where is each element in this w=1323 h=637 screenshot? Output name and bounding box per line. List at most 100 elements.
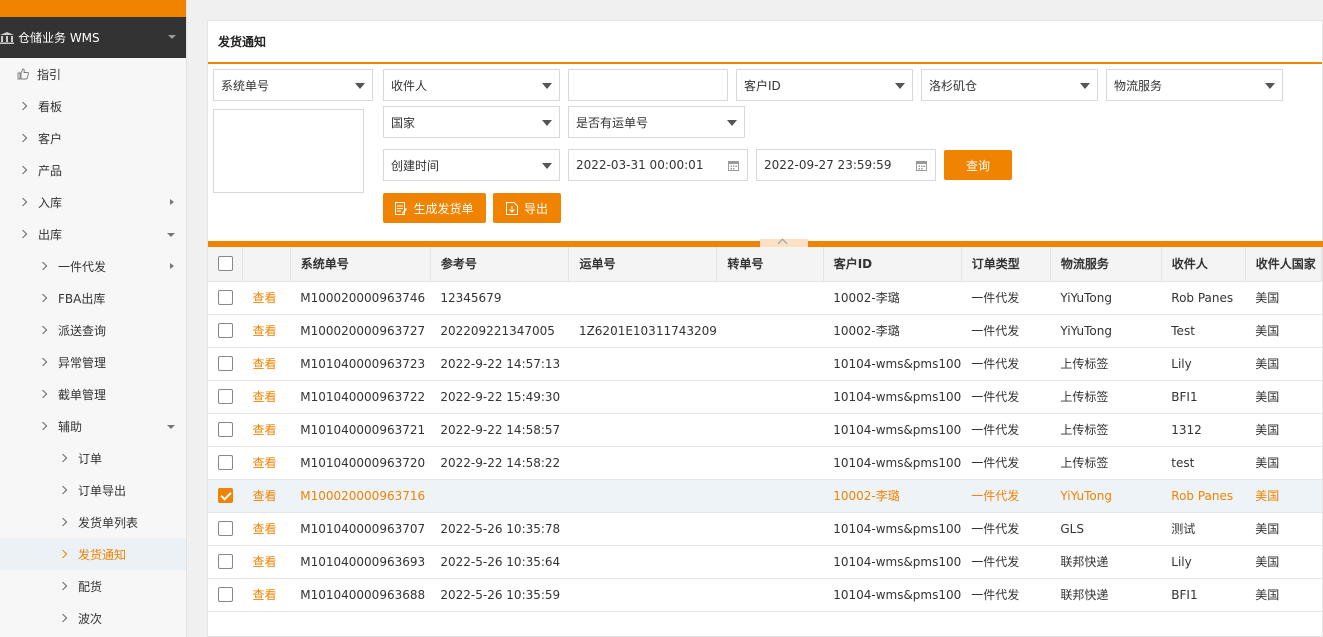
row-select-cell — [208, 281, 243, 315]
row-action-cell: 查看 — [242, 281, 291, 315]
column-header[interactable]: 收件人国家 — [1245, 247, 1323, 282]
chevron-right-icon — [58, 517, 68, 527]
table-row[interactable]: 查看 M101040000963720 2022-9-22 14:58:22 1010… — [208, 446, 1322, 480]
cell-svc: 上传标签 — [1050, 380, 1162, 414]
view-link[interactable]: 查看 — [253, 357, 277, 371]
sidebar-item[interactable]: 辅助 — [0, 410, 186, 442]
table-row[interactable]: 查看 M101040000963693 2022-5-26 10:35:64 1010… — [208, 545, 1322, 579]
cell-country: 美国 — [1245, 281, 1322, 315]
sidebar-item[interactable]: 发货单列表 — [0, 506, 186, 538]
sidebar-item[interactable]: 一件代发 — [0, 250, 186, 282]
country-select[interactable]: 国家 — [383, 106, 560, 138]
sidebar-item[interactable]: 客户 — [0, 122, 186, 154]
view-link[interactable]: 查看 — [253, 456, 277, 470]
column-header[interactable]: 订单类型 — [961, 247, 1051, 282]
table-row[interactable]: 查看 M101040000963721 2022-9-22 14:58:57 1010… — [208, 413, 1322, 447]
row-checkbox[interactable] — [218, 323, 233, 338]
sidebar-item[interactable]: 发货通知 — [0, 538, 186, 570]
row-checkbox[interactable] — [218, 488, 233, 503]
sidebar-app-header[interactable]: 仓储业务 WMS — [0, 17, 186, 58]
select-all-checkbox[interactable] — [218, 256, 233, 272]
sidebar-item[interactable]: 配货 — [0, 570, 186, 602]
cell-track — [568, 347, 717, 381]
cell-type: 一件代发 — [961, 545, 1051, 579]
query-button[interactable]: 查询 — [944, 150, 1012, 180]
sidebar-item[interactable]: 产品 — [0, 154, 186, 186]
view-link[interactable]: 查看 — [253, 291, 277, 305]
view-link[interactable]: 查看 — [253, 588, 277, 602]
cell-cust: 10002-李璐 — [823, 314, 962, 348]
caret-right-icon — [170, 199, 174, 205]
sidebar-item[interactable]: 派送查询 — [0, 314, 186, 346]
view-link[interactable]: 查看 — [253, 324, 277, 338]
warehouse-select[interactable]: 洛杉矶仓 — [921, 69, 1098, 101]
generate-shipment-button[interactable]: 生成发货单 — [383, 193, 486, 223]
dropdown-arrow-icon — [542, 163, 552, 169]
sidebar-item[interactable]: 指引 — [0, 58, 186, 90]
view-link[interactable]: 查看 — [253, 489, 277, 503]
column-header[interactable]: 收件人 — [1161, 247, 1246, 282]
collapse-filters-toggle[interactable] — [760, 239, 808, 247]
export-file-icon — [505, 201, 518, 215]
row-checkbox[interactable] — [218, 389, 233, 404]
cell-type: 一件代发 — [961, 578, 1051, 612]
view-link[interactable]: 查看 — [253, 423, 277, 437]
bulk-input-textarea[interactable] — [213, 109, 364, 193]
table-row[interactable]: 查看 M100020000963727 202209221347005 1Z6201E… — [208, 314, 1322, 348]
shipment-notice-table: 系统单号 参考号 运单号 转单号 客户ID 订单类型 物流服务 收件人 收件人国… — [208, 247, 1323, 612]
table-row[interactable]: 查看 M101040000963688 2022-5-26 10:35:59 1010… — [208, 578, 1322, 612]
cell-sys: M100020000963716 — [290, 479, 431, 513]
cell-recv: Lily — [1161, 347, 1246, 381]
cell-sys: M101040000963707 — [290, 512, 431, 546]
row-action-cell: 查看 — [242, 347, 291, 381]
calendar-icon — [916, 161, 927, 171]
column-header[interactable]: 系统单号 — [290, 247, 431, 282]
date-to-input[interactable]: 2022-09-27 23:59:59 — [756, 149, 936, 181]
sidebar-item[interactable]: 入库 — [0, 186, 186, 218]
search-value-input[interactable] — [568, 69, 728, 101]
has-tracking-select[interactable]: 是否有运单号 — [568, 106, 745, 138]
column-header[interactable]: 物流服务 — [1050, 247, 1162, 282]
row-checkbox[interactable] — [218, 521, 233, 536]
sidebar-item[interactable]: 看板 — [0, 90, 186, 122]
created-time-select[interactable]: 创建时间 — [383, 149, 560, 181]
sidebar-item[interactable]: FBA出库 — [0, 282, 186, 314]
recipient-select[interactable]: 收件人 — [383, 69, 560, 101]
export-button[interactable]: 导出 — [493, 193, 561, 223]
cell-svc: YiYuTong — [1050, 314, 1162, 348]
system-no-select[interactable]: 系统单号 — [213, 69, 373, 101]
date-from-input[interactable]: 2022-03-31 00:00:01 — [568, 149, 748, 181]
table-row[interactable]: 查看 M101040000963723 2022-9-22 14:57:13 1010… — [208, 347, 1322, 381]
view-link[interactable]: 查看 — [253, 390, 277, 404]
cell-country: 美国 — [1245, 413, 1322, 447]
table-row[interactable]: 查看 M100020000963746 12345679 10002-李璐 一件代发 Yi… — [208, 281, 1322, 315]
view-link[interactable]: 查看 — [253, 555, 277, 569]
row-checkbox[interactable] — [218, 587, 233, 602]
column-header[interactable]: 转单号 — [716, 247, 824, 282]
sidebar-item[interactable]: 波次 — [0, 602, 186, 634]
chevron-right-icon — [38, 261, 48, 271]
row-checkbox[interactable] — [218, 422, 233, 437]
column-header[interactable]: 参考号 — [430, 247, 570, 282]
sidebar-item[interactable]: 截单管理 — [0, 378, 186, 410]
row-checkbox[interactable] — [218, 290, 233, 305]
sidebar-item[interactable]: 订单 — [0, 442, 186, 474]
sidebar-item[interactable]: 异常管理 — [0, 346, 186, 378]
column-header[interactable]: 运单号 — [568, 247, 718, 282]
row-checkbox[interactable] — [218, 356, 233, 371]
table-row[interactable]: 查看 M101040000963722 2022-9-22 15:49:30 1010… — [208, 380, 1322, 414]
sidebar-item[interactable]: 订单导出 — [0, 474, 186, 506]
cell-trans — [716, 545, 824, 579]
table-row[interactable]: 查看 M101040000963707 2022-5-26 10:35:78 1010… — [208, 512, 1322, 546]
action-column-header — [242, 247, 291, 282]
table-row[interactable]: 查看 M100020000963716 10002-李璐 一件代发 YiYuTong Ro… — [208, 479, 1322, 513]
row-action-cell: 查看 — [242, 578, 291, 612]
logistics-service-select[interactable]: 物流服务 — [1106, 69, 1283, 101]
column-header[interactable]: 客户ID — [823, 247, 962, 282]
view-link[interactable]: 查看 — [253, 522, 277, 536]
sidebar-item[interactable]: 出库 — [0, 218, 186, 250]
row-checkbox[interactable] — [218, 455, 233, 470]
bank-icon — [0, 31, 14, 44]
customer-id-select[interactable]: 客户ID — [736, 69, 913, 101]
row-checkbox[interactable] — [218, 554, 233, 569]
